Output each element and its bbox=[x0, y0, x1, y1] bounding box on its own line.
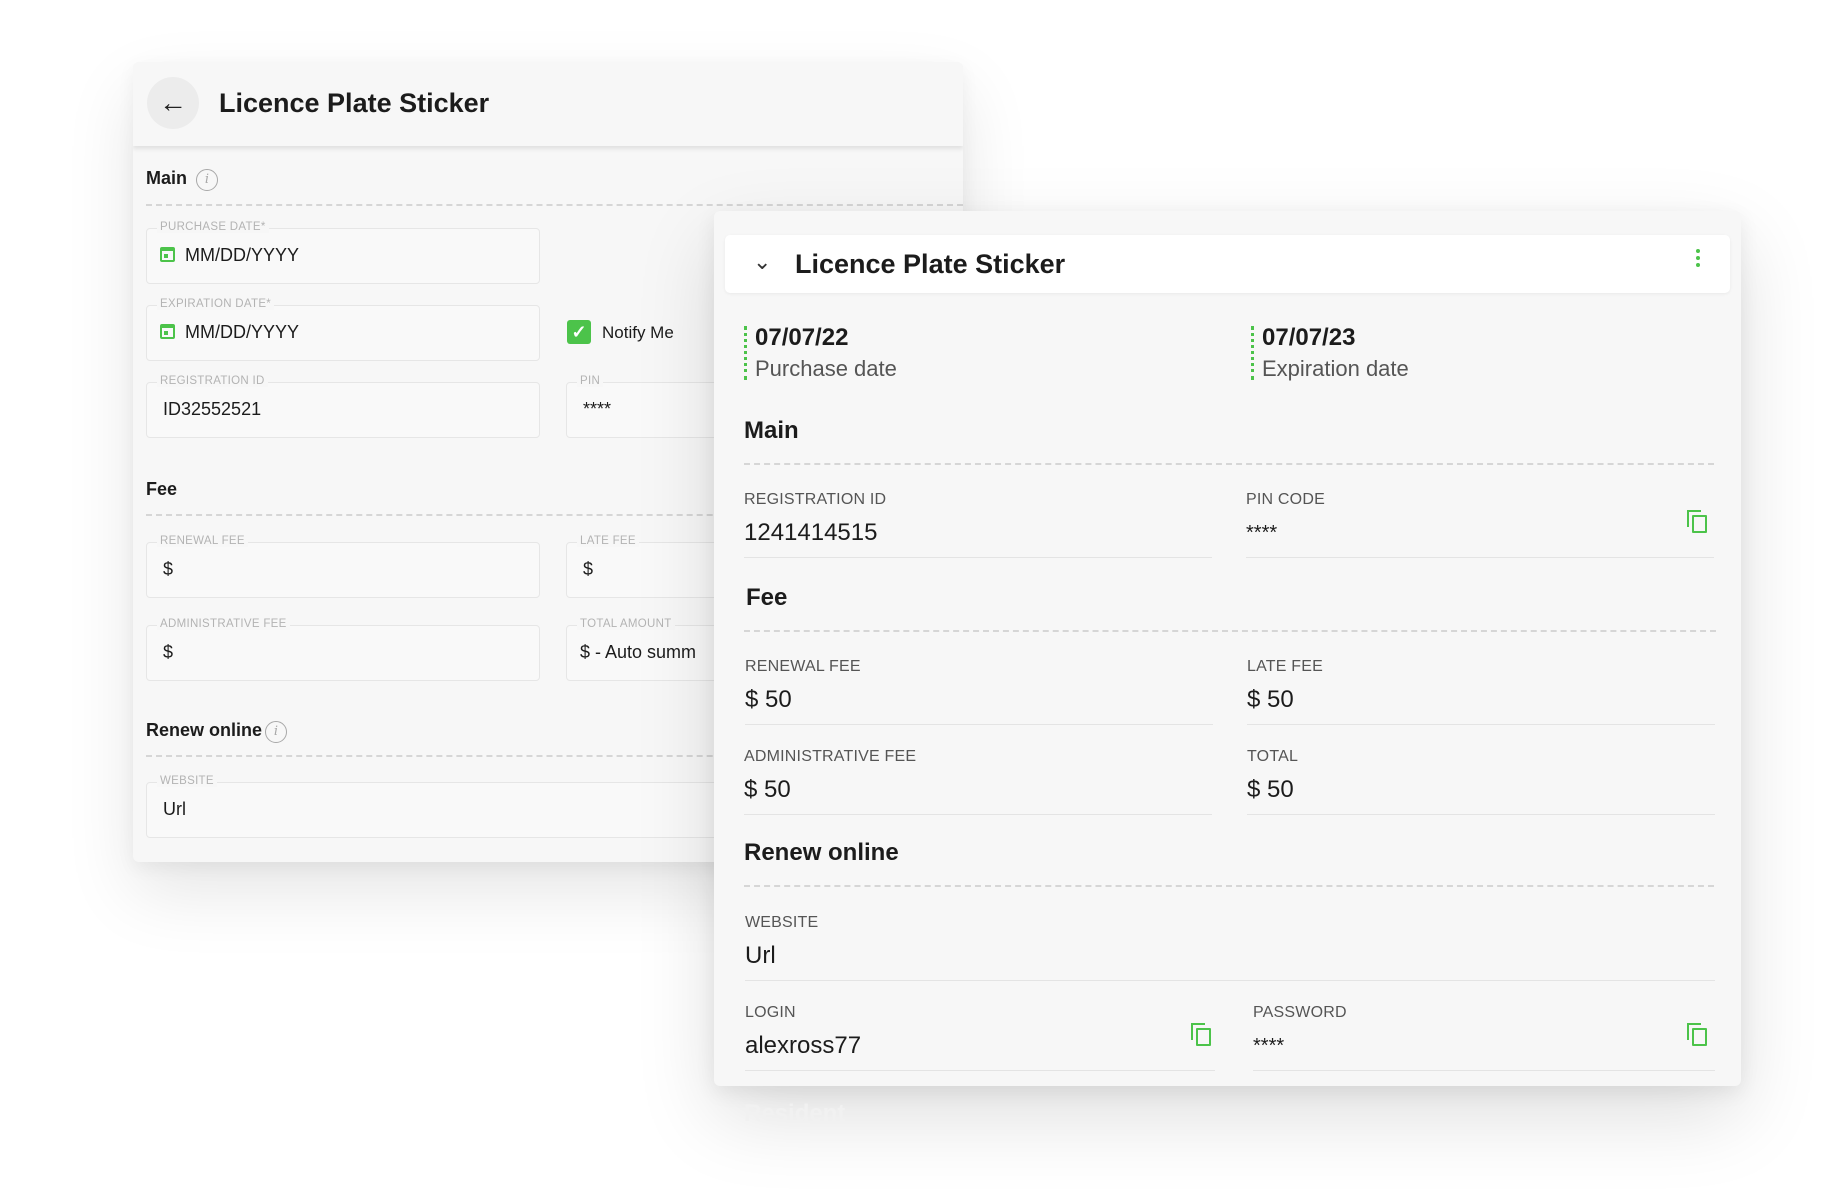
login-row: LOGIN alexross77 bbox=[745, 1004, 1215, 1071]
field-value: Url bbox=[163, 799, 186, 819]
section-divider bbox=[146, 204, 963, 206]
section-divider bbox=[744, 630, 1716, 632]
accent-bar bbox=[1251, 326, 1254, 380]
administrative-fee-field[interactable]: ADMINISTRATIVE FEE $ bbox=[146, 618, 540, 681]
field-label: ADMINISTRATIVE FEE bbox=[157, 618, 290, 630]
row-label: ADMINISTRATIVE FEE bbox=[744, 748, 917, 765]
expiration-date-caption: Expiration date bbox=[1262, 356, 1409, 381]
row-label: RENEWAL FEE bbox=[745, 658, 861, 675]
purchase-date-caption: Purchase date bbox=[755, 356, 897, 381]
field-placeholder: MM/DD/YYYY bbox=[185, 322, 300, 342]
pin-code-row: PIN CODE **** bbox=[1246, 491, 1714, 558]
row-label: WEBSITE bbox=[745, 914, 819, 931]
view-card: ⌄ Licence Plate Sticker 07/07/22 Purchas… bbox=[714, 211, 1741, 1086]
field-value: $ bbox=[163, 559, 174, 579]
website-field[interactable]: WEBSITE Url bbox=[146, 775, 758, 838]
renewal-fee-field[interactable]: RENEWAL FEE $ bbox=[146, 535, 540, 598]
row-label: LOGIN bbox=[745, 1004, 796, 1021]
notify-me-checkbox[interactable]: ✓ bbox=[567, 320, 591, 344]
field-value: $ - Auto summ bbox=[580, 642, 697, 662]
row-label: LATE FEE bbox=[1247, 658, 1323, 675]
field-label: REGISTRATION ID bbox=[157, 375, 268, 387]
field-label: EXPIRATION DATE* bbox=[157, 298, 275, 310]
calendar-icon bbox=[160, 324, 175, 339]
row-value: $ 50 bbox=[745, 686, 792, 713]
page-title: Licence Plate Sticker bbox=[219, 88, 490, 118]
section-title-renew-online: Renew online bbox=[146, 720, 263, 740]
password-row: PASSWORD **** bbox=[1253, 1004, 1715, 1071]
total-row: TOTAL $ 50 bbox=[1247, 748, 1715, 815]
info-icon[interactable]: i bbox=[265, 721, 287, 743]
registration-id-field[interactable]: REGISTRATION ID ID32552521 bbox=[146, 375, 540, 438]
row-value: **** bbox=[1253, 1035, 1285, 1057]
field-label: PURCHASE DATE* bbox=[157, 221, 269, 233]
row-value: $ 50 bbox=[1247, 776, 1294, 803]
field-value: $ bbox=[583, 559, 594, 579]
row-value: $ 50 bbox=[1247, 686, 1294, 713]
section-title-renew-online: Renew online bbox=[744, 839, 899, 866]
view-card-header: ⌄ Licence Plate Sticker bbox=[725, 235, 1730, 293]
row-label: PIN CODE bbox=[1246, 491, 1325, 508]
chevron-down-icon[interactable]: ⌄ bbox=[753, 249, 771, 275]
section-title-fee: Fee bbox=[746, 584, 788, 611]
field-label: TOTAL AMOUNT bbox=[577, 618, 675, 630]
field-value: ID32552521 bbox=[163, 399, 262, 419]
field-label: RENEWAL FEE bbox=[157, 535, 248, 547]
notify-me-label: Notify Me bbox=[602, 323, 674, 342]
website-link[interactable]: Url bbox=[745, 942, 776, 970]
row-label: PASSWORD bbox=[1253, 1004, 1347, 1021]
edit-form-header: ← Licence Plate Sticker bbox=[133, 62, 963, 146]
row-label: REGISTRATION ID bbox=[744, 491, 887, 508]
calendar-icon bbox=[160, 247, 175, 262]
row-value: $ 50 bbox=[744, 776, 791, 803]
field-label: WEBSITE bbox=[157, 775, 217, 787]
copy-icon[interactable] bbox=[1687, 510, 1709, 534]
row-value: **** bbox=[1246, 522, 1278, 544]
row-value: alexross77 bbox=[745, 1032, 862, 1059]
more-options-icon[interactable] bbox=[1694, 247, 1702, 279]
copy-icon[interactable] bbox=[1687, 1023, 1709, 1047]
field-label: LATE FEE bbox=[577, 535, 639, 547]
late-fee-row: LATE FEE $ 50 bbox=[1247, 658, 1715, 725]
field-label: PIN bbox=[577, 375, 604, 387]
purchase-date-block: 07/07/22 Purchase date bbox=[744, 324, 1164, 384]
administrative-fee-row: ADMINISTRATIVE FEE $ 50 bbox=[744, 748, 1212, 815]
accent-bar bbox=[744, 326, 747, 380]
purchase-date-value: 07/07/22 bbox=[755, 324, 849, 351]
field-value: $ bbox=[163, 642, 174, 662]
back-button[interactable]: ← bbox=[147, 77, 199, 129]
expiration-date-field[interactable]: EXPIRATION DATE* MM/DD/YYYY bbox=[146, 298, 540, 361]
section-title-fee: Fee bbox=[146, 479, 178, 499]
field-value: **** bbox=[583, 399, 612, 419]
section-divider bbox=[744, 885, 1714, 887]
purchase-date-field[interactable]: PURCHASE DATE* MM/DD/YYYY bbox=[146, 221, 540, 284]
expiration-date-value: 07/07/23 bbox=[1262, 324, 1356, 351]
expiration-date-block: 07/07/23 Expiration date bbox=[1251, 324, 1671, 384]
row-value: 1241414515 bbox=[744, 519, 878, 546]
section-title-resident-faded: Resident bbox=[744, 1100, 846, 1127]
copy-icon[interactable] bbox=[1191, 1023, 1213, 1047]
section-divider bbox=[744, 463, 1714, 465]
renewal-fee-row: RENEWAL FEE $ 50 bbox=[745, 658, 1213, 725]
registration-id-row: REGISTRATION ID 1241414515 bbox=[744, 491, 1212, 558]
section-title-main: Main bbox=[146, 168, 188, 188]
row-label: TOTAL bbox=[1247, 748, 1299, 765]
arrow-left-icon: ← bbox=[159, 87, 187, 118]
card-title: Licence Plate Sticker bbox=[795, 249, 1066, 279]
website-row: WEBSITE Url bbox=[745, 914, 1715, 981]
field-placeholder: MM/DD/YYYY bbox=[185, 245, 300, 265]
info-icon[interactable]: i bbox=[196, 169, 218, 191]
section-title-main: Main bbox=[744, 417, 799, 444]
